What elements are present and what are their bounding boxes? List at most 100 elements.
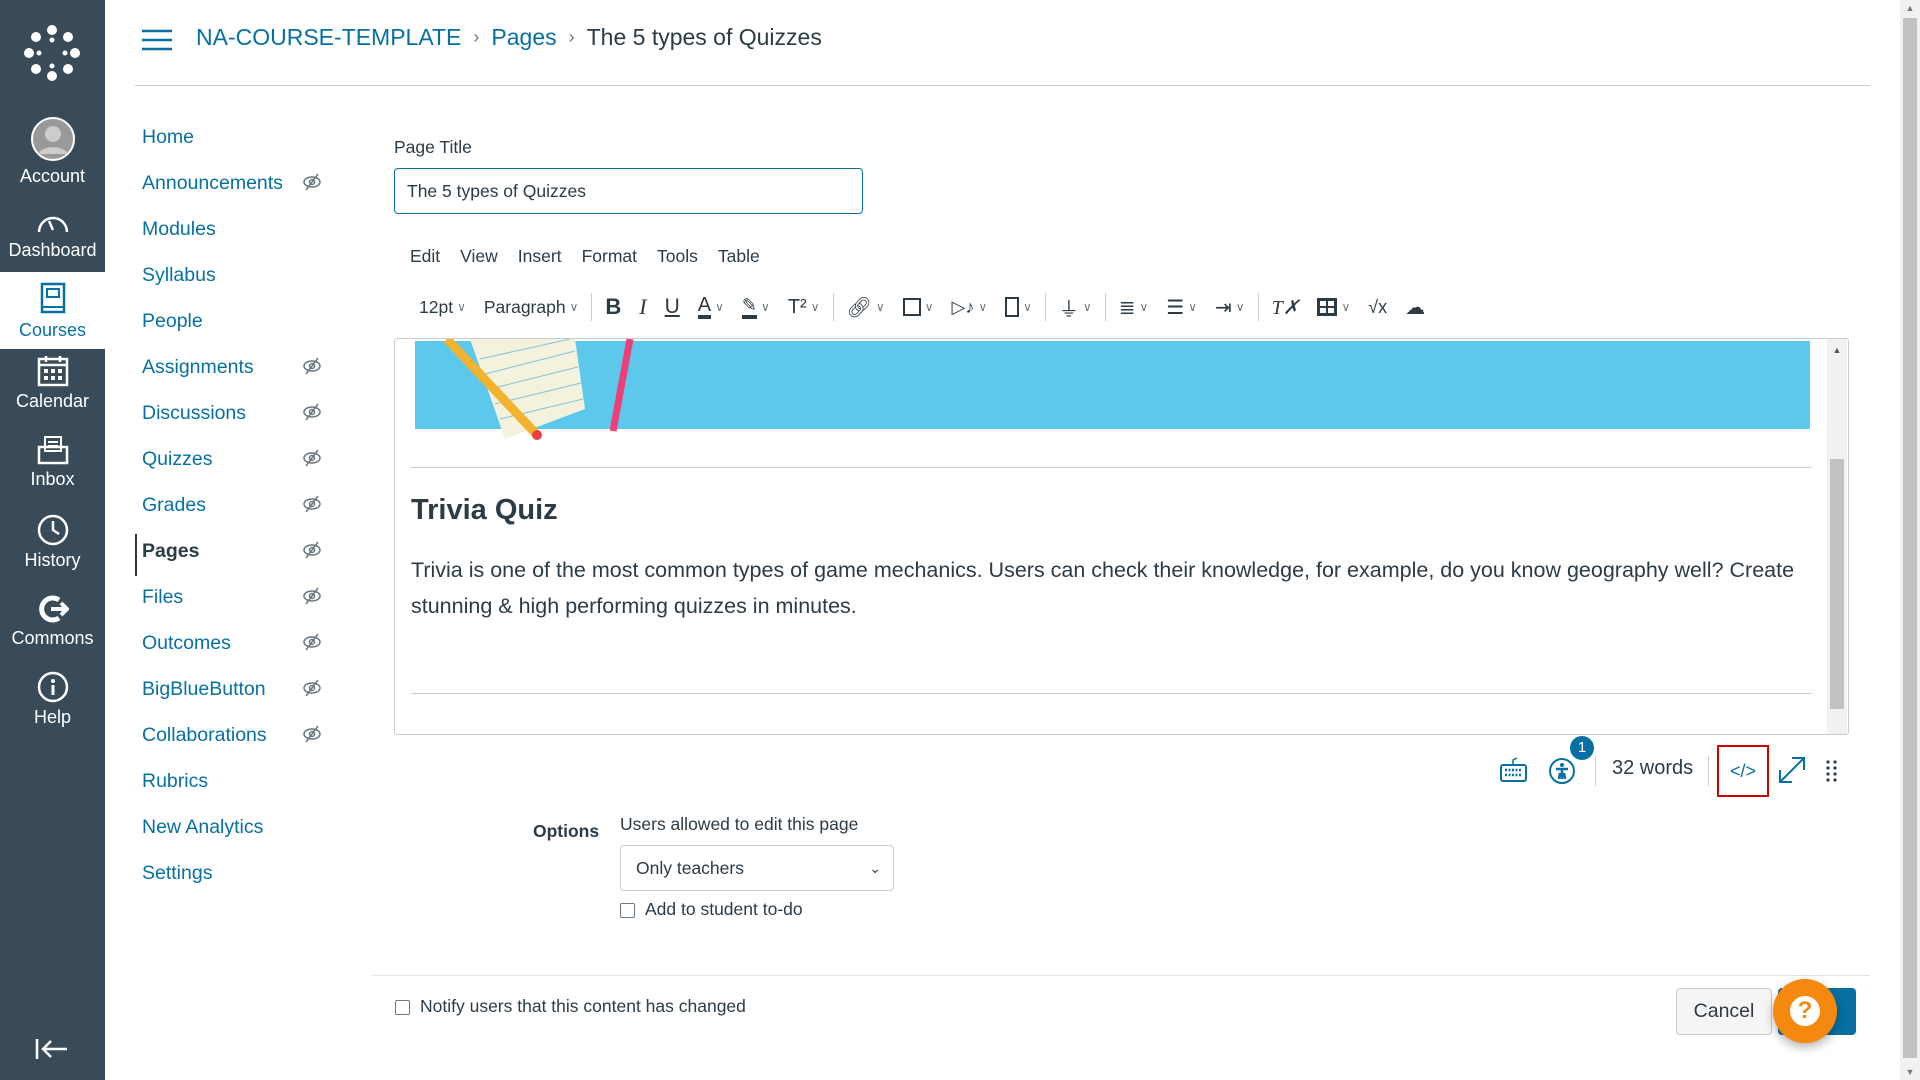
breadcrumb-pages[interactable]: Pages	[491, 24, 556, 51]
link-button[interactable]: 🔗︎ ∨	[838, 290, 894, 324]
fullscreen-expand-icon[interactable]	[1778, 756, 1806, 784]
global-nav-inbox[interactable]: Inbox	[0, 435, 105, 490]
menu-view[interactable]: View	[460, 246, 498, 267]
clear-formatting-button[interactable]: T✗	[1263, 290, 1309, 324]
global-nav-history[interactable]: History	[0, 514, 105, 571]
course-nav-item-people[interactable]: People	[142, 308, 332, 354]
global-nav-help[interactable]: Help	[0, 671, 105, 728]
equation-button[interactable]: √x	[1359, 290, 1396, 324]
toolbar-separator	[1104, 293, 1106, 321]
superscript-button[interactable]: T² ∨	[779, 290, 829, 324]
highlight-color-button[interactable]: ✎ ∨	[733, 290, 779, 324]
align-icon: ≣	[1118, 296, 1136, 319]
course-nav-item-rubrics[interactable]: Rubrics	[142, 768, 332, 814]
course-nav-item-discussions[interactable]: Discussions	[142, 400, 332, 446]
page-scrollbar[interactable]: ▲ ▼	[1900, 0, 1920, 1080]
global-nav-account[interactable]: Account	[0, 116, 105, 187]
equation-icon: √x	[1368, 296, 1388, 317]
page-title-input[interactable]: The 5 types of Quizzes	[394, 168, 863, 214]
accessibility-checker-icon[interactable]	[1548, 757, 1576, 785]
toolbar-separator	[1257, 293, 1259, 321]
menu-format[interactable]: Format	[582, 246, 637, 267]
upload-cloud-button[interactable]: ☁	[1396, 290, 1434, 324]
menu-table[interactable]: Table	[718, 246, 760, 267]
document-button[interactable]: ∨	[996, 290, 1041, 324]
course-nav-item-quizzes[interactable]: Quizzes	[142, 446, 332, 492]
table-button[interactable]: ∨	[1308, 290, 1359, 324]
nav-label: Help	[33, 707, 72, 727]
course-nav-item-files[interactable]: Files	[142, 584, 332, 630]
course-nav-item-grades[interactable]: Grades	[142, 492, 332, 538]
underline-icon: U	[664, 295, 680, 318]
bold-button[interactable]: B	[596, 290, 630, 324]
list-icon: ☰	[1166, 296, 1185, 319]
help-button[interactable]: ?	[1773, 979, 1837, 1043]
global-nav-courses[interactable]: Courses	[0, 272, 105, 349]
italic-button[interactable]: I	[630, 290, 655, 324]
course-nav-item-new-analytics[interactable]: New Analytics	[142, 814, 332, 860]
editor-scrollbar[interactable]: ▲	[1827, 339, 1847, 734]
global-nav-commons[interactable]: Commons	[0, 594, 105, 649]
collapse-nav-icon[interactable]	[35, 1038, 69, 1060]
course-nav-item-assignments[interactable]: Assignments	[142, 354, 332, 400]
banner-image	[415, 339, 1810, 440]
history-icon	[37, 514, 68, 546]
notify-users-checkbox[interactable]	[395, 1000, 410, 1015]
cloud-icon: ☁	[1405, 296, 1426, 319]
course-nav-item-collaborations[interactable]: Collaborations	[142, 722, 332, 768]
course-nav-item-settings[interactable]: Settings	[142, 860, 332, 906]
global-nav-calendar[interactable]: Calendar	[0, 355, 105, 412]
bold-icon: B	[605, 294, 622, 319]
course-nav-item-home[interactable]: Home	[142, 124, 332, 170]
highlighter-icon: ✎	[741, 295, 758, 319]
menu-edit[interactable]: Edit	[410, 246, 440, 267]
html-editor-toggle-button[interactable]: </>	[1717, 745, 1769, 797]
hidden-eye-icon	[302, 678, 322, 705]
hamburger-menu-icon[interactable]	[142, 29, 172, 51]
student-todo-checkbox[interactable]	[620, 903, 635, 918]
align-button[interactable]: ≣ ∨	[1110, 290, 1158, 324]
course-nav-label: Pages	[142, 540, 200, 562]
apps-plugin-button[interactable]: ⏚ ∨	[1050, 290, 1101, 324]
text-color-button[interactable]: A ∨	[689, 290, 733, 324]
superscript-icon: T²	[787, 295, 807, 318]
font-size-dropdown[interactable]: 12pt ∨	[410, 290, 475, 324]
menu-insert[interactable]: Insert	[518, 246, 562, 267]
course-nav-label: Discussions	[142, 402, 247, 424]
bullet-list-button[interactable]: ☰ ∨	[1157, 290, 1206, 324]
course-nav-label: Files	[142, 586, 184, 608]
media-button[interactable]: ▷♪ ∨	[942, 290, 996, 324]
word-count: 32 words	[1612, 757, 1694, 779]
course-nav-item-modules[interactable]: Modules	[142, 216, 332, 262]
calendar-icon	[37, 356, 68, 387]
course-nav-item-bigbluebutton[interactable]: BigBlueButton	[142, 676, 332, 722]
breadcrumb-current: The 5 types of Quizzes	[586, 24, 822, 50]
dashboard-icon	[37, 216, 68, 233]
indent-button[interactable]: ⇥ ∨	[1206, 290, 1254, 324]
canvas-logo-icon[interactable]	[24, 25, 80, 81]
menu-tools[interactable]: Tools	[657, 246, 698, 267]
course-nav-item-announcements[interactable]: Announcements	[142, 170, 332, 216]
course-nav-item-syllabus[interactable]: Syllabus	[142, 262, 332, 308]
content-divider	[411, 693, 1812, 694]
resize-handle-icon[interactable]	[1826, 760, 1838, 782]
edit-permission-select[interactable]: Only teachers ⌄	[620, 845, 894, 891]
course-nav-label: Modules	[142, 218, 216, 240]
block-format-dropdown[interactable]: Paragraph ∨	[475, 290, 588, 324]
course-nav-label: Home	[142, 126, 195, 148]
cancel-button[interactable]: Cancel	[1676, 988, 1772, 1035]
breadcrumb-course[interactable]: NA-COURSE-TEMPLATE	[196, 24, 461, 51]
hidden-eye-icon	[302, 724, 322, 751]
nav-label: Dashboard	[8, 240, 97, 260]
clear-formatting-icon: T✗	[1271, 296, 1300, 319]
keyboard-icon[interactable]	[1500, 757, 1527, 783]
course-nav-label: People	[142, 310, 203, 332]
global-nav-dashboard[interactable]: Dashboard	[0, 208, 105, 261]
course-nav-item-pages[interactable]: Pages	[135, 534, 332, 584]
rich-content-editor[interactable]: ▲	[394, 338, 1849, 735]
nav-label: Courses	[18, 320, 87, 340]
image-button[interactable]: ∨	[894, 290, 943, 324]
editor-menubar: Edit View Insert Format Tools Table	[410, 246, 760, 267]
course-nav-item-outcomes[interactable]: Outcomes	[142, 630, 332, 676]
underline-button[interactable]: U	[656, 290, 689, 324]
